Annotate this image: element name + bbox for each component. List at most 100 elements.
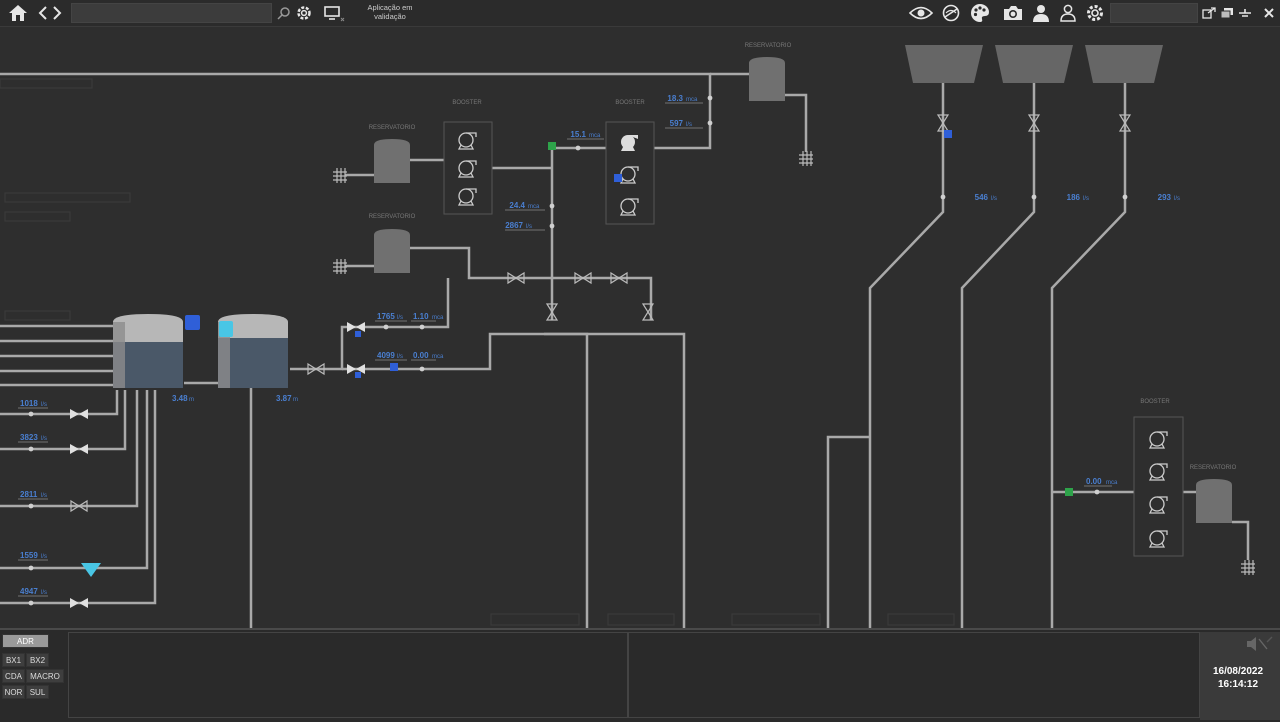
pressure-reading: 24.4 bbox=[509, 201, 525, 210]
reservatorio-tank-3[interactable] bbox=[1196, 479, 1232, 523]
time-display: 16:14:12 bbox=[1217, 679, 1259, 690]
reading-unit: mca bbox=[432, 315, 444, 321]
eye-off-icon[interactable] bbox=[940, 0, 962, 26]
hopper-3[interactable] bbox=[1085, 45, 1163, 83]
monitor-icon[interactable] bbox=[321, 0, 347, 26]
booster-label-1: BOOSTER bbox=[452, 100, 482, 106]
pressure-reading: 15.1 bbox=[570, 130, 586, 139]
valve-icon[interactable] bbox=[70, 409, 88, 419]
minimize-icon[interactable] bbox=[1237, 0, 1253, 26]
home-icon[interactable] bbox=[6, 0, 30, 26]
clock-panel: 16/08/2022 16:14:12 bbox=[1200, 632, 1280, 720]
valve-alarm-icon[interactable] bbox=[355, 331, 361, 337]
tank-alarm-icon[interactable] bbox=[185, 315, 200, 330]
inlet-grid-2 bbox=[332, 258, 348, 275]
pressure-reading: 0.00 bbox=[413, 351, 429, 360]
valve-alarm-icon[interactable] bbox=[944, 130, 952, 138]
user-icon[interactable] bbox=[1030, 0, 1052, 26]
valve-alarm-icon[interactable] bbox=[390, 363, 398, 371]
reading-unit: l/s bbox=[41, 436, 47, 442]
hopper-2[interactable] bbox=[995, 45, 1073, 83]
flow-reading: 1765 bbox=[377, 312, 395, 321]
flow-reading: 2811 bbox=[20, 490, 38, 499]
reading-unit: m bbox=[293, 397, 298, 403]
reading-unit: mca bbox=[686, 97, 698, 103]
right-search-input[interactable] bbox=[1110, 3, 1198, 23]
booster-box-1 bbox=[443, 121, 493, 215]
cda-button[interactable]: CDA bbox=[2, 669, 25, 683]
reading-unit: l/s bbox=[1083, 196, 1089, 202]
alarm-panel-right bbox=[628, 632, 1200, 718]
reservatorio-label-top: RESERVATORIO bbox=[745, 43, 792, 49]
hopper-1[interactable] bbox=[905, 45, 983, 83]
valve-icon[interactable] bbox=[70, 444, 88, 454]
outlet-grid-3 bbox=[1240, 559, 1256, 576]
reading-unit: l/s bbox=[41, 590, 47, 596]
status-ok-icon[interactable] bbox=[548, 142, 556, 150]
search-input[interactable] bbox=[71, 3, 272, 23]
reading-unit: l/s bbox=[686, 122, 692, 128]
flow-reading: 2867 bbox=[505, 221, 523, 230]
tank-level-reading: 3.87 bbox=[276, 394, 292, 403]
bx2-button[interactable]: BX2 bbox=[26, 653, 49, 667]
booster-label-2: BOOSTER bbox=[615, 100, 645, 106]
windows-icon[interactable] bbox=[1219, 0, 1235, 26]
alarm-panel-left bbox=[68, 632, 628, 718]
flow-reading: 4947 bbox=[20, 587, 38, 596]
bx1-button[interactable]: BX1 bbox=[2, 653, 25, 667]
pressure-reading: 18.3 bbox=[667, 94, 683, 103]
reservatorio-tank-1[interactable] bbox=[374, 139, 410, 183]
valve-icon[interactable] bbox=[70, 598, 88, 608]
top-toolbar: Aplicação em validação bbox=[0, 0, 1280, 27]
reservatorio-tank-top[interactable] bbox=[749, 57, 785, 101]
flow-reading: 1559 bbox=[20, 551, 38, 560]
macro-button[interactable]: MACRO bbox=[26, 669, 64, 683]
reading-unit: l/s bbox=[41, 554, 47, 560]
forward-icon[interactable] bbox=[50, 0, 64, 26]
reservatorio-label-3: RESERVATORIO bbox=[1190, 465, 1237, 471]
tank-level-reading: 3.48 bbox=[172, 394, 188, 403]
reading-unit: l/s bbox=[41, 402, 47, 408]
booster-label-3: BOOSTER bbox=[1140, 399, 1170, 405]
reading-unit: mca bbox=[589, 133, 601, 139]
reservatorio-label-1: RESERVATORIO bbox=[369, 125, 416, 131]
pressure-reading: 1.10 bbox=[413, 312, 429, 321]
export-icon[interactable] bbox=[1201, 0, 1217, 26]
palette-icon[interactable] bbox=[968, 0, 992, 26]
flow-reading: 3823 bbox=[20, 433, 38, 442]
reservatorio-label-2: RESERVATORIO bbox=[369, 214, 416, 220]
nor-button[interactable]: NOR bbox=[2, 685, 25, 699]
search-icon[interactable] bbox=[276, 0, 292, 26]
reading-unit: m bbox=[189, 397, 194, 403]
flow-reading: 4099 bbox=[377, 351, 395, 360]
pump-alarm-icon[interactable] bbox=[614, 174, 622, 182]
settings-icon[interactable] bbox=[294, 0, 314, 26]
booster-box-3 bbox=[1133, 416, 1184, 557]
reservatorio-tank-2[interactable] bbox=[374, 229, 410, 273]
reading-unit: l/s bbox=[526, 224, 532, 230]
scada-diagram: RESERVATORIO RESERVATORIO RESERVATORIO B… bbox=[0, 43, 1256, 628]
status-ok-icon[interactable] bbox=[1065, 488, 1073, 496]
app-status-text: Aplicação em validação bbox=[367, 3, 413, 21]
pressure-reading: 0.00 bbox=[1086, 477, 1102, 486]
bottom-panel: ADR BX1 BX2 CDA MACRO NOR SUL 16/08/2022… bbox=[0, 628, 1280, 722]
valve-icon[interactable] bbox=[347, 322, 365, 332]
flow-reading: 546 bbox=[975, 193, 989, 202]
flow-reading: 1018 bbox=[20, 399, 38, 408]
camera-icon[interactable] bbox=[1000, 0, 1026, 26]
user-outline-icon[interactable] bbox=[1057, 0, 1079, 26]
tank-level-icon[interactable] bbox=[219, 321, 233, 337]
reading-unit: l/s bbox=[991, 196, 997, 202]
check-valve-icon[interactable] bbox=[81, 563, 101, 577]
mute-icon[interactable] bbox=[1245, 636, 1273, 657]
storage-tank-1[interactable] bbox=[113, 314, 183, 388]
readings: 18.3 mca 597 l/s 15.1 mca 24.4 mca 2867 … bbox=[20, 94, 1180, 596]
adr-button[interactable]: ADR bbox=[2, 634, 49, 648]
back-icon[interactable] bbox=[36, 0, 50, 26]
valve-alarm-icon[interactable] bbox=[355, 372, 361, 378]
gear-icon[interactable] bbox=[1084, 0, 1106, 26]
eye-icon[interactable] bbox=[908, 0, 934, 26]
outlet-grid-top bbox=[798, 150, 814, 167]
close-icon[interactable] bbox=[1262, 0, 1276, 26]
sul-button[interactable]: SUL bbox=[26, 685, 49, 699]
